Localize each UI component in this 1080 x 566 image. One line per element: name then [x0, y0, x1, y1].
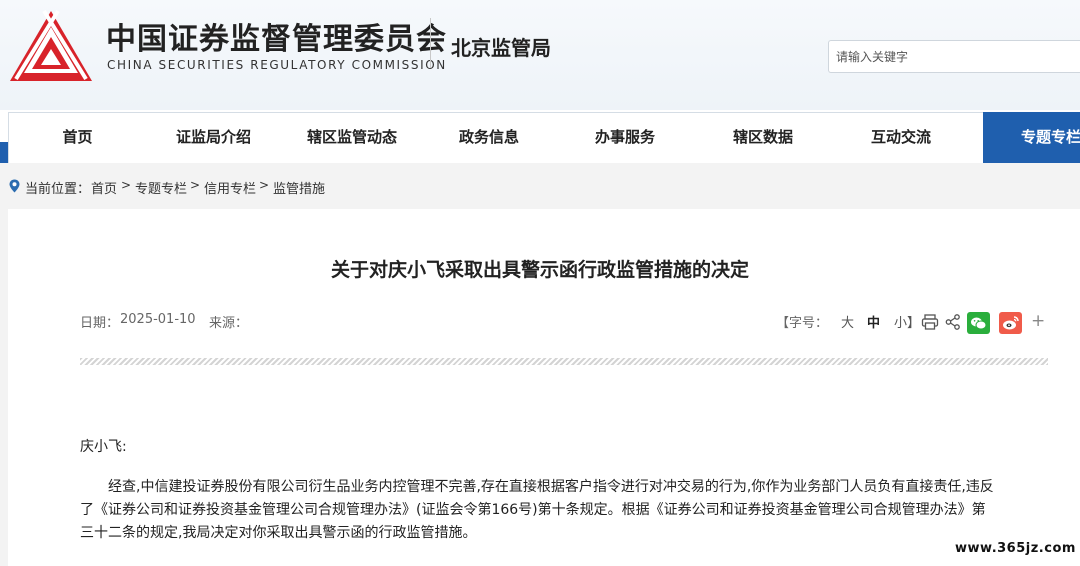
weibo-icon[interactable]: [999, 312, 1022, 334]
date-value: 2025-01-10: [120, 312, 196, 327]
site-header: 中国证券监督管理委员会 CHINA SECURITIES REGULATORY …: [0, 0, 1080, 110]
nav-item-bureau-intro[interactable]: 证监局介绍: [145, 112, 282, 163]
nav-item-regional-news[interactable]: 辖区监管动态: [282, 112, 422, 163]
nav-item-government-info[interactable]: 政务信息: [422, 112, 556, 163]
location-pin-icon: [9, 179, 20, 193]
site-title[interactable]: 中国证券监督管理委员会: [106, 14, 447, 58]
breadcrumb-separator: >: [121, 178, 132, 192]
paragraph-line-2: 了《证券公司和证券投资基金管理公司合规管理办法》(证监会令第166号)第十条规定…: [80, 502, 986, 518]
paragraph-line-3: 三十二条的规定,我局决定对你采取出具警示函的行政监管措施。: [80, 525, 477, 541]
font-size-small-button[interactable]: 小】: [894, 312, 920, 331]
nav-item-special-topics[interactable]: 专题专栏: [983, 112, 1080, 163]
breadcrumb-separator: >: [259, 178, 270, 192]
share-icon[interactable]: [944, 313, 962, 331]
bureau-name[interactable]: 北京监管局: [451, 32, 551, 61]
font-size-large-button[interactable]: 大: [841, 312, 854, 331]
breadcrumb-special-topics[interactable]: 专题专栏: [135, 178, 187, 197]
font-size-medium-button[interactable]: 中: [867, 312, 880, 331]
more-share-button[interactable]: +: [1031, 311, 1045, 331]
breadcrumb-credit-column[interactable]: 信用专栏: [204, 178, 256, 197]
print-icon[interactable]: [921, 313, 939, 331]
breadcrumb-home[interactable]: 首页: [91, 178, 117, 197]
header-divider: [430, 18, 431, 68]
article-divider: [80, 358, 1048, 365]
nav-item-services[interactable]: 办事服务: [556, 112, 694, 163]
nav-item-regional-data[interactable]: 辖区数据: [694, 112, 832, 163]
site-title-english: CHINA SECURITIES REGULATORY COMMISSION: [107, 58, 447, 72]
nav-item-home[interactable]: 首页: [10, 112, 145, 163]
source-label: 来源：: [209, 316, 249, 331]
date-label: 日期：: [80, 316, 120, 331]
nav-item-interaction[interactable]: 互动交流: [832, 112, 970, 163]
watermark: www.365jz.com: [955, 541, 1076, 556]
breadcrumb-current[interactable]: 监管措施: [273, 178, 325, 197]
breadcrumb-separator: >: [190, 178, 201, 192]
paragraph-line-1: 经查,中信建投证券股份有限公司衍生品业务内控管理不完善,存在直接根据客户指令进行…: [108, 479, 994, 495]
greeting: 庆小飞:: [80, 439, 127, 455]
article-title: 关于对庆小飞采取出具警示函行政监管措施的决定: [330, 259, 749, 281]
wechat-icon[interactable]: [967, 312, 990, 334]
csrc-logo-icon[interactable]: [8, 9, 94, 85]
font-size-label: 【字号：: [776, 316, 829, 331]
search-input[interactable]: [828, 40, 1080, 73]
nav-accent: [0, 142, 8, 163]
breadcrumb-prefix: 当前位置：: [25, 182, 91, 197]
